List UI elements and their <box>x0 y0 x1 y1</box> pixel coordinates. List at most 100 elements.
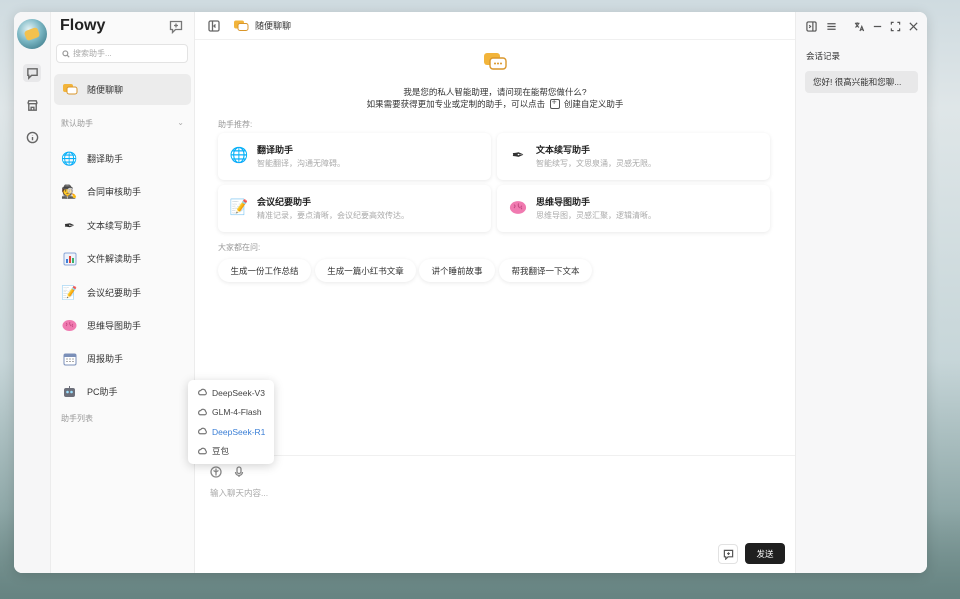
send-button[interactable]: 发送 <box>745 543 785 564</box>
app-name: Flowy <box>60 17 106 34</box>
menu-icon <box>826 22 836 30</box>
welcome-message: 我是您的私人智能助理，请问现在能帮您做什么? <box>403 87 587 97</box>
card-description: 思维导图，灵感汇聚，逻辑清晰。 <box>536 211 656 220</box>
section-default-assistants: 默认助手 <box>61 119 93 128</box>
model-option-selected[interactable]: DeepSeek-R1 <box>188 422 274 442</box>
memo-icon: 📝 <box>229 199 249 216</box>
toggle-history-button[interactable] <box>804 19 818 33</box>
model-select-button[interactable] <box>210 466 222 478</box>
pen-icon: ✒ <box>511 147 525 164</box>
translate-icon <box>854 21 864 31</box>
search-box[interactable] <box>56 44 188 63</box>
suggestion-chip[interactable]: 讲个睡前故事 <box>419 259 495 282</box>
window-controls <box>796 12 927 40</box>
sidebar-item-file-analysis[interactable]: 文件解读助手 <box>54 243 191 274</box>
globe-icon: 🌐 <box>61 150 78 166</box>
chat-main: 随便聊聊 我是您的私人智能助理，请问现在能帮您做什么? 如果需要获得更加专业或定… <box>195 12 795 573</box>
assistant-chat-icon <box>483 52 507 72</box>
model-option-label: GLM-4-Flash <box>212 407 262 418</box>
model-option-icon <box>198 388 207 396</box>
suggestion-chip[interactable]: 生成一份工作总结 <box>218 259 311 282</box>
store-nav-button[interactable] <box>23 96 41 114</box>
prompt-icon <box>723 549 733 560</box>
model-option[interactable]: GLM-4-Flash <box>188 403 274 423</box>
model-option-icon <box>198 447 207 455</box>
sidebar-item-label: 会议纪要助手 <box>87 288 142 298</box>
store-icon <box>26 99 38 111</box>
card-translate[interactable]: 🌐 翻译助手 智能翻译，沟通无障碍。 <box>218 133 491 180</box>
sidebar-item-label: 文件解读助手 <box>87 254 142 264</box>
sidebar-item-label: PC助手 <box>87 387 118 397</box>
insert-prompt-button[interactable] <box>718 544 738 564</box>
chat-bubbles-icon <box>61 81 78 98</box>
card-description: 精准记录，要点清晰，会议纪要高效传达。 <box>257 211 409 220</box>
model-option[interactable]: 豆包 <box>188 442 274 462</box>
card-mind-map[interactable]: 思维导图助手 思维导图，灵感汇聚，逻辑清晰。 <box>497 185 770 232</box>
history-title: 会话记录 <box>806 51 841 61</box>
history-panel: 会话记录 您好! 很高兴能和您聊... <box>795 12 927 573</box>
nav-rail <box>14 12 51 573</box>
close-button[interactable] <box>906 19 920 33</box>
info-nav-button[interactable] <box>23 128 41 146</box>
recommend-label: 助手推荐: <box>218 120 253 129</box>
suggestion-chip[interactable]: 帮我翻译一下文本 <box>499 259 592 282</box>
maximize-button[interactable] <box>888 19 902 33</box>
voice-input-button[interactable] <box>233 466 245 478</box>
create-assistant-icon[interactable] <box>549 97 560 109</box>
model-icon <box>210 466 222 478</box>
chat-nav-button[interactable] <box>23 64 41 82</box>
new-chat-button[interactable] <box>169 20 183 35</box>
chat-topbar: 随便聊聊 <box>195 12 795 40</box>
sidebar-item-mind-map[interactable]: 思维导图助手 <box>54 310 191 341</box>
model-option-label: 豆包 <box>212 446 230 457</box>
sidebar-item-label: 随便聊聊 <box>87 85 124 95</box>
sidebar-item-meeting-notes[interactable]: 📝 会议纪要助手 <box>54 277 191 308</box>
history-item[interactable]: 您好! 很高兴能和您聊... <box>805 71 918 93</box>
app-logo <box>17 19 47 49</box>
model-option-icon <box>198 427 207 435</box>
detective-icon: 🕵 <box>61 183 78 199</box>
chevron-down-icon[interactable]: ⌄ <box>177 118 184 127</box>
sidebar-toggle-icon <box>208 19 220 32</box>
card-title: 思维导图助手 <box>536 197 591 207</box>
new-chat-icon <box>169 20 183 35</box>
card-continue-writing[interactable]: ✒ 文本续写助手 智能续写，文思泉涌，灵感无限。 <box>497 133 770 180</box>
card-title: 翻译助手 <box>257 145 294 155</box>
welcome-hint: 如果需要获得更加专业或定制的助手，可以点击 创建自定义助手 <box>195 97 795 110</box>
memo-icon: 📝 <box>61 284 78 300</box>
chat-input[interactable] <box>210 488 770 498</box>
pen-icon: ✒ <box>64 217 75 233</box>
sidebar-item-label: 文本续写助手 <box>87 221 142 231</box>
card-description: 智能翻译，沟通无障碍。 <box>257 159 345 168</box>
model-option[interactable]: DeepSeek-V3 <box>188 383 274 403</box>
sidebar-item-pc-assistant[interactable]: PC助手 <box>54 376 191 407</box>
app-window: Flowy 随便聊聊 默认助手 ⌄ 🌐 翻译助手 🕵 合同审核助手 ✒ 文本续写… <box>14 12 927 573</box>
search-input[interactable] <box>73 49 183 58</box>
close-icon <box>908 21 918 31</box>
sidebar-item-weekly-report[interactable]: 周报助手 <box>54 343 191 374</box>
info-icon <box>26 131 38 143</box>
sidebar-item-label: 周报助手 <box>87 354 124 364</box>
toggle-sidebar-button[interactable] <box>208 19 220 32</box>
model-option-label: DeepSeek-V3 <box>212 387 265 398</box>
sidebar-item-label: 翻译助手 <box>87 154 124 164</box>
sidebar-item-casual-chat[interactable]: 随便聊聊 <box>54 74 191 105</box>
panel-toggle-icon <box>805 20 817 32</box>
minimize-button[interactable] <box>870 19 884 33</box>
card-meeting-notes[interactable]: 📝 会议纪要助手 精准记录，要点清晰，会议纪要高效传达。 <box>218 185 491 232</box>
sidebar-item-contract[interactable]: 🕵 合同审核助手 <box>54 176 191 207</box>
sidebar-item-translate[interactable]: 🌐 翻译助手 <box>54 143 191 174</box>
sidebar-item-continue-writing[interactable]: ✒ 文本续写助手 <box>54 210 191 241</box>
card-description: 智能续写，文思泉涌，灵感无限。 <box>536 159 656 168</box>
sidebar-item-label: 合同审核助手 <box>87 187 142 197</box>
welcome-hint-suffix: 创建自定义助手 <box>563 99 624 109</box>
menu-button[interactable] <box>824 19 838 33</box>
microphone-icon <box>234 466 244 477</box>
chat-title: 随便聊聊 <box>255 21 292 31</box>
calendar-icon <box>61 350 78 367</box>
model-option-label: DeepSeek-R1 <box>212 426 266 437</box>
translate-button[interactable] <box>852 19 866 33</box>
suggestion-chip[interactable]: 生成一篇小红书文章 <box>315 259 416 282</box>
sidebar-item-label: 思维导图助手 <box>87 321 142 331</box>
robot-icon <box>61 383 78 400</box>
